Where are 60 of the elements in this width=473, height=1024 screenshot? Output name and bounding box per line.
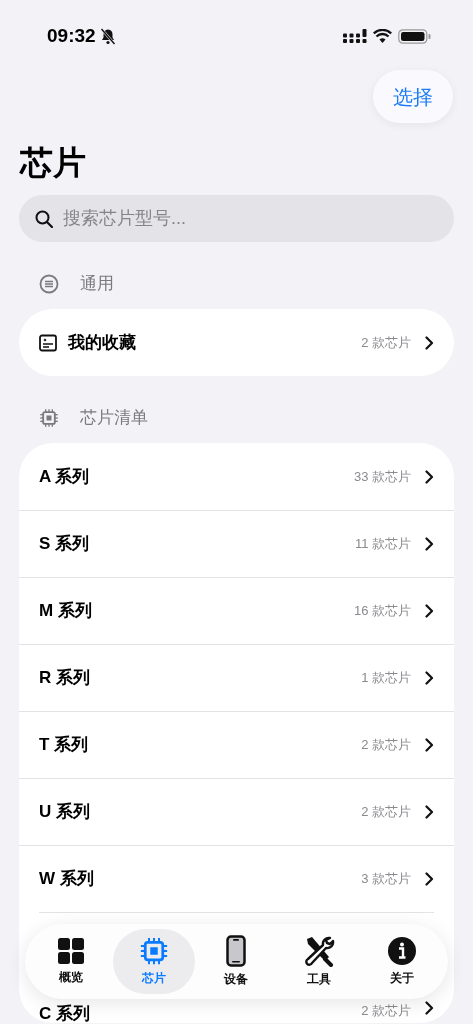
chip-count: 2 款芯片 bbox=[361, 1002, 411, 1020]
chip-count: 2 款芯片 bbox=[361, 736, 411, 755]
list-circle-icon bbox=[39, 273, 59, 294]
list-row[interactable]: R 系列 1 款芯片 bbox=[19, 644, 454, 711]
battery-icon bbox=[398, 28, 431, 44]
chip-count: 3 款芯片 bbox=[361, 870, 411, 889]
chip-count: 2 款芯片 bbox=[361, 803, 411, 822]
select-button[interactable]: 选择 bbox=[373, 70, 453, 123]
row-label: W 系列 bbox=[39, 868, 94, 891]
chip-icon bbox=[138, 936, 169, 966]
wifi-icon bbox=[373, 29, 392, 43]
chevron-right-icon bbox=[425, 872, 434, 886]
row-label: R 系列 bbox=[39, 667, 90, 690]
chevron-right-icon bbox=[425, 805, 434, 819]
tab-item[interactable]: 关于 bbox=[360, 929, 443, 994]
list-row[interactable]: M 系列 16 款芯片 bbox=[19, 577, 454, 644]
info-icon bbox=[386, 936, 417, 966]
chip-count: 16 款芯片 bbox=[353, 602, 411, 621]
chip-count: 11 款芯片 bbox=[354, 535, 411, 554]
list-row[interactable]: 我的收藏 2 款芯片 bbox=[19, 309, 454, 376]
tab-item[interactable]: 设备 bbox=[195, 929, 278, 994]
list-row[interactable]: U 系列 2 款芯片 bbox=[19, 778, 454, 845]
grid-icon bbox=[57, 937, 86, 965]
list-row[interactable]: A 系列 33 款芯片 bbox=[19, 443, 454, 510]
chip-count: 33 款芯片 bbox=[353, 467, 411, 486]
search-icon bbox=[35, 209, 53, 228]
chip-count: 2 款芯片 bbox=[361, 333, 411, 352]
signal-icon bbox=[343, 28, 367, 44]
chevron-right-icon bbox=[425, 1001, 434, 1015]
list-row[interactable]: C 系列 2 款芯片 bbox=[19, 999, 454, 1023]
chevron-right-icon bbox=[425, 537, 434, 551]
row-label: U 系列 bbox=[39, 801, 90, 824]
row-label: 我的收藏 bbox=[68, 331, 136, 354]
search-field[interactable]: 搜索芯片型号... bbox=[19, 195, 454, 242]
tab-item[interactable]: 概览 bbox=[30, 929, 113, 994]
row-label: S 系列 bbox=[39, 533, 90, 556]
chevron-right-icon bbox=[425, 335, 434, 350]
clock-time: 09:32 bbox=[47, 23, 96, 48]
row-label: T 系列 bbox=[39, 734, 89, 757]
chip-icon bbox=[39, 407, 59, 428]
chip-count: 1 款芯片 bbox=[361, 669, 411, 688]
tab-item[interactable]: 工具 bbox=[277, 929, 361, 994]
list-row[interactable]: T 系列 2 款芯片 bbox=[19, 711, 454, 778]
phone-icon bbox=[226, 935, 247, 967]
bell-slash-icon bbox=[99, 27, 116, 45]
list-row[interactable]: S 系列 11 款芯片 bbox=[19, 510, 454, 577]
chevron-right-icon bbox=[425, 738, 434, 752]
chevron-right-icon bbox=[425, 671, 434, 685]
row-label: M 系列 bbox=[39, 600, 92, 623]
id-card-icon bbox=[39, 333, 57, 352]
search-input[interactable]: 搜索芯片型号... bbox=[63, 205, 438, 232]
row-label: C 系列 bbox=[39, 1003, 90, 1023]
chevron-right-icon bbox=[425, 469, 434, 484]
tools-icon bbox=[303, 935, 336, 967]
section-header: 通用 bbox=[80, 272, 114, 295]
section-header: 芯片清单 bbox=[80, 406, 148, 429]
row-label: A 系列 bbox=[39, 465, 90, 488]
chevron-right-icon bbox=[425, 604, 434, 618]
page-title: 芯片 bbox=[20, 143, 87, 183]
list-row[interactable]: W 系列 3 款芯片 bbox=[19, 845, 454, 912]
